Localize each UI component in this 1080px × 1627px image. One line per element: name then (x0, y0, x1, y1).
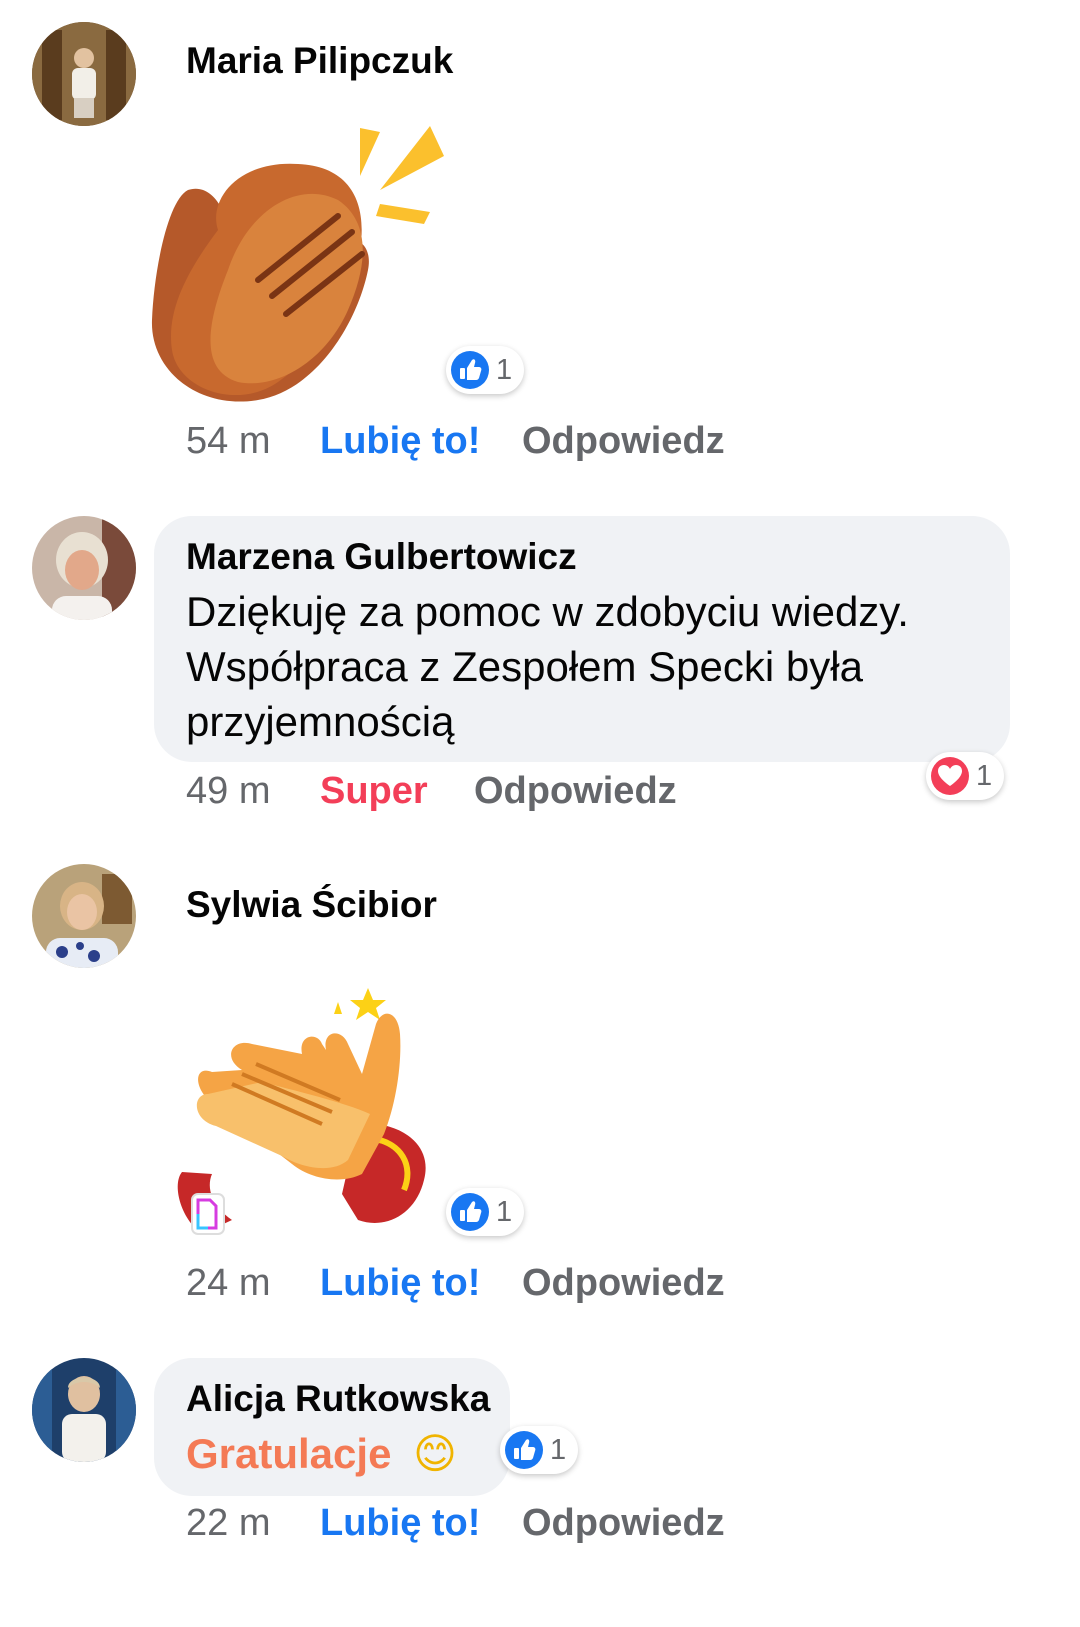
heart-icon (931, 757, 969, 795)
comment-text-line: przyjemnością (186, 698, 455, 745)
super-button[interactable]: Super (320, 770, 428, 813)
reply-button[interactable]: Odpowiedz (522, 1262, 725, 1305)
avatar[interactable] (32, 22, 136, 126)
comment-author[interactable]: Sylwia Ścibior (186, 884, 437, 926)
comment-time: 49 m (186, 770, 271, 812)
like-icon (451, 1193, 489, 1231)
like-icon (505, 1431, 543, 1469)
comment-time: 24 m (186, 1262, 271, 1304)
comment-time: 22 m (186, 1502, 271, 1544)
reaction-count: 1 (496, 1195, 513, 1228)
like-button[interactable]: Lubię to! (320, 420, 480, 463)
avatar[interactable] (32, 864, 136, 968)
comment-author[interactable]: Maria Pilipczuk (186, 40, 453, 82)
comment-text-gratulacje: Gratulacje (186, 1430, 392, 1477)
comment-author[interactable]: Marzena Gulbertowicz (186, 536, 577, 578)
smiling-face-emoji: 😊 (413, 1430, 457, 1477)
reaction-count: 1 (550, 1433, 567, 1466)
comment-text-line: Współpraca z Zespołem Specki była (186, 643, 863, 690)
comment-bubble: Alicja Rutkowska Gratulacje 😊 (154, 1358, 510, 1496)
reply-button[interactable]: Odpowiedz (522, 1502, 725, 1545)
reaction-count-pill[interactable]: 1 (446, 1188, 525, 1236)
reaction-count-pill[interactable]: 1 (926, 752, 1005, 800)
animated-clapping-hands-gif (177, 988, 426, 1235)
like-button[interactable]: Lubię to! (320, 1262, 480, 1305)
avatar[interactable] (32, 516, 136, 620)
reaction-count: 1 (496, 353, 513, 386)
reply-button[interactable]: Odpowiedz (474, 770, 677, 813)
reaction-count-pill[interactable]: 1 (500, 1426, 579, 1474)
reaction-count-pill[interactable]: 1 (446, 346, 525, 394)
comment-text: Gratulacje 😊 (186, 1426, 457, 1482)
reply-button[interactable]: Odpowiedz (522, 420, 725, 463)
comment-bubble: Marzena Gulbertowicz Dziękuję za pomoc w… (154, 516, 1010, 762)
avatar[interactable] (32, 1358, 136, 1462)
comment-author[interactable]: Alicja Rutkowska (186, 1378, 490, 1420)
reaction-count: 1 (976, 759, 993, 792)
like-button[interactable]: Lubię to! (320, 1502, 480, 1545)
clapping-hands-sticker (151, 126, 444, 402)
comment-time: 54 m (186, 420, 271, 462)
comment-text-line: Dziękuję za pomoc w zdobyciu wiedzy. (186, 588, 909, 635)
like-icon (451, 351, 489, 389)
